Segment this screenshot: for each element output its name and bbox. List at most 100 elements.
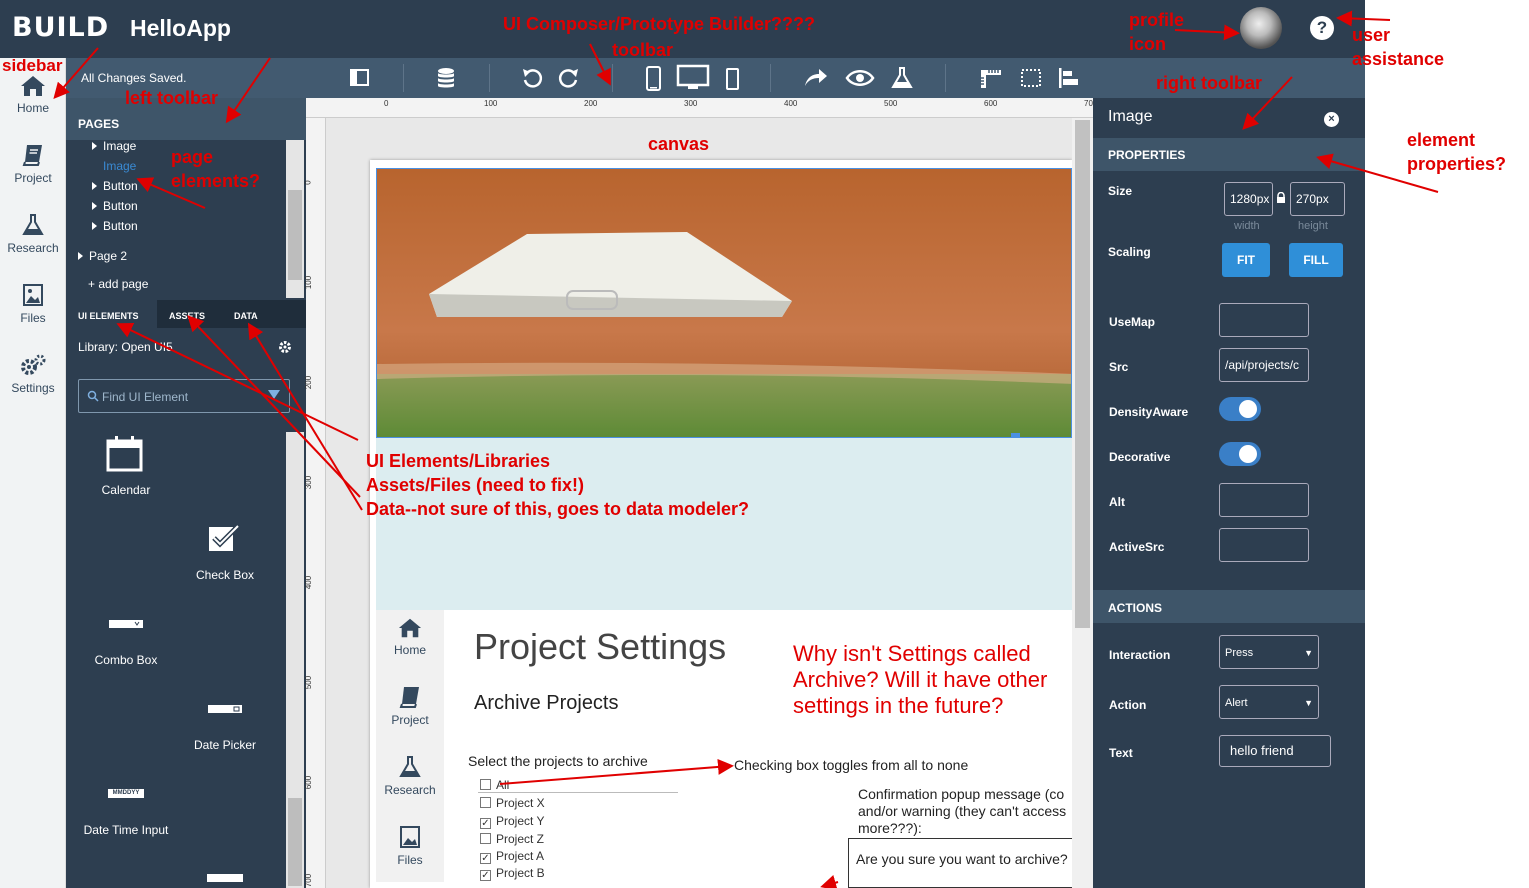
activesrc-label: ActiveSrc xyxy=(1109,540,1165,554)
checkbox-project-z[interactable]: Project Z xyxy=(480,832,544,846)
checkbox-project-y[interactable]: ✓ Project Y xyxy=(480,814,544,829)
pages-scroll-thumb[interactable] xyxy=(288,190,302,280)
ruler-label: 0 xyxy=(303,180,313,185)
tree-item[interactable]: Button xyxy=(92,219,138,233)
gear-icon[interactable] xyxy=(278,340,292,354)
text-input[interactable]: hello friend xyxy=(1219,735,1331,767)
checkbox-project-a[interactable]: ✓ Project A xyxy=(480,849,544,864)
help-icon[interactable]: ? xyxy=(1310,16,1334,40)
interaction-select[interactable]: Press ▼ xyxy=(1219,635,1319,669)
database-icon[interactable] xyxy=(436,66,456,90)
dropdown-arrow-icon: ▼ xyxy=(1304,648,1313,658)
density-toggle[interactable] xyxy=(1219,397,1261,421)
fill-button[interactable]: FILL xyxy=(1289,243,1343,277)
element-icon[interactable] xyxy=(207,874,243,882)
phone-icon[interactable] xyxy=(645,66,663,92)
element-label: Date Time Input xyxy=(83,823,169,837)
expand-arrow-icon[interactable] xyxy=(92,182,97,190)
align-icon[interactable] xyxy=(1057,66,1081,90)
redo-icon[interactable] xyxy=(558,66,580,90)
checkbox-checked[interactable]: ✓ xyxy=(480,870,491,881)
action-select[interactable]: Alert ▼ xyxy=(1219,685,1319,719)
tab-ui-elements[interactable]: UI ELEMENTS xyxy=(78,311,139,321)
preview-nav-label: Files xyxy=(397,853,423,867)
select-value: Press xyxy=(1225,647,1254,659)
src-input[interactable]: /api/projects/c xyxy=(1219,348,1309,382)
library-label: Library: Open UI5 xyxy=(78,340,173,354)
expand-arrow-icon[interactable] xyxy=(78,252,83,260)
tablet-icon[interactable] xyxy=(725,66,741,92)
elements-scroll-thumb[interactable] xyxy=(288,798,302,886)
sidebar-item-research[interactable]: Research xyxy=(0,213,66,255)
checkbox-all[interactable]: All xyxy=(480,778,509,792)
desktop-icon[interactable] xyxy=(676,64,710,92)
build-logo[interactable]: BUILD xyxy=(12,12,109,43)
gears-icon xyxy=(21,354,46,375)
share-icon[interactable] xyxy=(803,66,829,90)
sidebar-item-label: Project xyxy=(14,171,52,185)
undo-icon[interactable] xyxy=(521,66,543,90)
annotation-profile-icon: icon xyxy=(1129,34,1167,54)
sidebar-item-project[interactable]: Project xyxy=(0,143,66,185)
tab-data[interactable]: DATA xyxy=(234,311,258,321)
checkbox[interactable] xyxy=(480,797,491,808)
lock-icon[interactable] xyxy=(1275,192,1287,204)
annotation-why-2: Archive? Will it have other xyxy=(793,667,1048,692)
canvas-scroll-thumb[interactable] xyxy=(1075,120,1090,628)
expand-arrow-icon[interactable] xyxy=(92,222,97,230)
scaling-label: Scaling xyxy=(1108,245,1151,259)
alt-input[interactable] xyxy=(1219,483,1309,517)
checkbox-icon[interactable] xyxy=(207,524,241,554)
properties-title: PROPERTIES xyxy=(1108,148,1186,162)
width-input[interactable]: 1280px xyxy=(1224,182,1273,216)
profile-avatar[interactable] xyxy=(1240,7,1282,49)
preview-nav-home[interactable]: Home xyxy=(376,617,444,657)
test-flask-icon[interactable] xyxy=(891,66,913,90)
preview-eye-icon[interactable] xyxy=(845,66,875,90)
base-photo-image[interactable] xyxy=(376,168,1072,438)
checkbox[interactable] xyxy=(480,833,491,844)
alt-label: Alt xyxy=(1109,495,1125,509)
preview-nav-project[interactable]: Project xyxy=(376,685,444,727)
tree-item[interactable]: Button xyxy=(92,179,138,193)
tree-item-selected[interactable]: Image xyxy=(103,159,136,173)
chevron-down-icon[interactable] xyxy=(267,389,281,401)
page-2-item[interactable]: Page 2 xyxy=(78,249,127,263)
preview-nav-files[interactable]: Files xyxy=(376,825,444,867)
tree-item[interactable]: Image xyxy=(92,139,136,153)
height-input[interactable]: 270px xyxy=(1290,182,1345,216)
toggle-panel-icon[interactable] xyxy=(350,66,370,90)
tab-assets[interactable]: ASSETS xyxy=(169,311,205,321)
ruler-label: 600 xyxy=(304,775,314,790)
datepicker-icon[interactable] xyxy=(207,704,243,714)
sidebar-item-files[interactable]: Files xyxy=(0,283,66,325)
datetime-input-icon[interactable]: MMDDYY xyxy=(108,789,144,798)
ruler-label: 400 xyxy=(784,99,798,108)
checkbox-project-b[interactable]: ✓ Project B xyxy=(480,866,545,881)
expand-arrow-icon[interactable] xyxy=(92,142,97,150)
checkbox-checked[interactable]: ✓ xyxy=(480,818,491,829)
tree-item-label: Button xyxy=(103,219,138,233)
tree-item[interactable]: Button xyxy=(92,199,138,213)
checkbox-label: Project B xyxy=(496,866,545,880)
add-page-button[interactable]: + add page xyxy=(88,277,148,291)
annotation-profile: profile xyxy=(1129,10,1185,30)
selection-icon[interactable] xyxy=(1019,66,1043,90)
combobox-icon[interactable] xyxy=(108,619,144,629)
close-icon[interactable]: × xyxy=(1324,112,1339,127)
checkbox[interactable] xyxy=(480,779,491,790)
sidebar-item-settings[interactable]: Settings xyxy=(0,353,66,395)
page-label: Page 2 xyxy=(89,249,128,263)
activesrc-input[interactable] xyxy=(1219,528,1309,562)
fit-button[interactable]: FIT xyxy=(1222,243,1270,277)
checkbox-project-x[interactable]: Project X xyxy=(480,796,545,810)
ruler-icon[interactable] xyxy=(979,66,1003,90)
decorative-toggle[interactable] xyxy=(1219,442,1261,466)
calendar-icon[interactable] xyxy=(106,436,144,472)
dropdown-arrow-icon: ▼ xyxy=(1304,698,1313,708)
usemap-input[interactable] xyxy=(1219,303,1309,337)
expand-arrow-icon[interactable] xyxy=(92,202,97,210)
checkbox-checked[interactable]: ✓ xyxy=(480,853,491,864)
sidebar-item-home[interactable]: Home xyxy=(0,75,66,115)
preview-nav-research[interactable]: Research xyxy=(376,755,444,797)
